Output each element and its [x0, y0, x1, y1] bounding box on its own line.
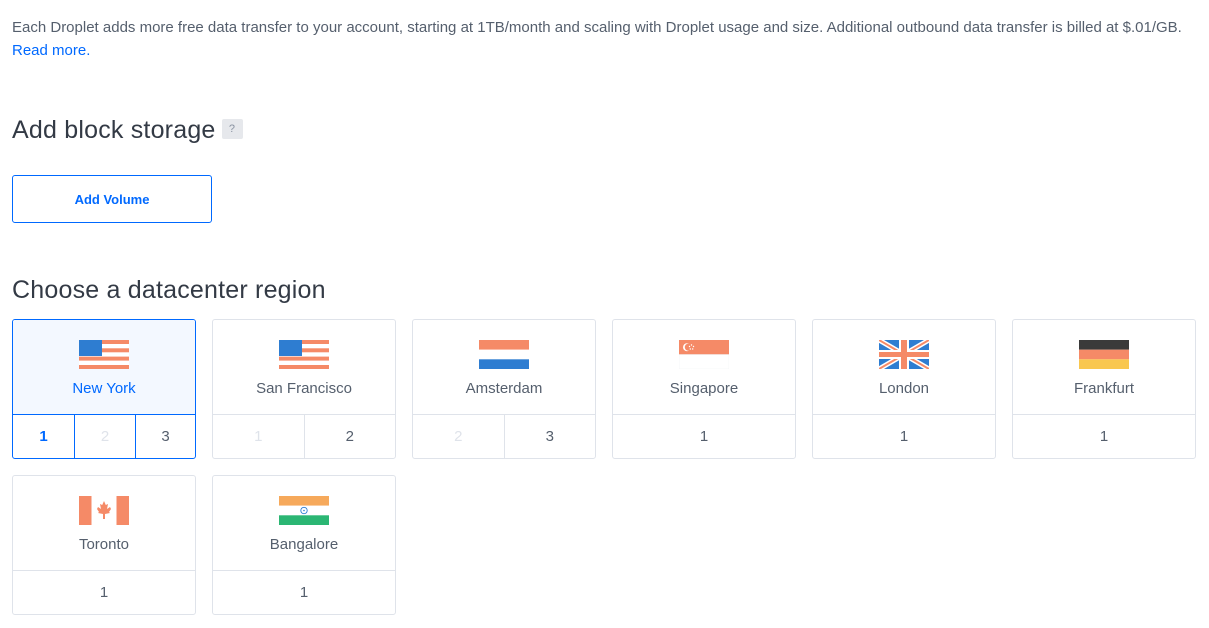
- region-card-new-york[interactable]: New York 1 2 3: [12, 319, 196, 459]
- city-label: Amsterdam: [465, 380, 543, 397]
- block-storage-title: Add block storage: [12, 116, 216, 144]
- netherlands-flag-icon: [479, 340, 529, 369]
- region-card-header[interactable]: Singapore: [613, 320, 795, 415]
- region-card-header[interactable]: Bangalore: [213, 476, 395, 571]
- city-label: Toronto: [78, 536, 130, 553]
- city-label: San Francisco: [256, 380, 352, 397]
- datacenter-option-2: 2: [74, 415, 135, 458]
- region-card-header[interactable]: Frankfurt: [1013, 320, 1195, 415]
- datacenter-option-2: 2: [454, 428, 463, 445]
- region-card-header[interactable]: Amsterdam: [413, 320, 595, 415]
- datacenter-option-1[interactable]: 1: [1013, 415, 1195, 458]
- region-card-singapore[interactable]: Singapore 1: [612, 319, 796, 459]
- datacenter-option-3[interactable]: 3: [135, 415, 195, 458]
- city-label: Bangalore: [269, 536, 339, 553]
- us-flag-icon: [79, 340, 129, 369]
- region-card-toronto[interactable]: Toronto 1: [12, 475, 196, 615]
- region-card-header[interactable]: London: [813, 320, 995, 415]
- city-label: New York: [72, 380, 136, 397]
- region-card-header[interactable]: Toronto: [13, 476, 195, 571]
- city-label: Singapore: [669, 380, 739, 397]
- singapore-flag-icon: [679, 340, 729, 369]
- region-card-header[interactable]: New York: [13, 320, 195, 415]
- read-more-link[interactable]: Read more.: [12, 42, 90, 59]
- region-heading: Choose a datacenter region: [12, 276, 326, 304]
- datacenter-option-1[interactable]: 1: [13, 415, 74, 458]
- data-transfer-text: Each Droplet adds more free data transfe…: [12, 19, 1182, 36]
- datacenter-option-1: 1: [254, 428, 263, 445]
- datacenter-option-1[interactable]: 1: [13, 571, 195, 614]
- region-card-bangalore[interactable]: Bangalore 1: [212, 475, 396, 615]
- region-card-amsterdam[interactable]: Amsterdam 2 3: [412, 319, 596, 459]
- datacenter-option-1[interactable]: 1: [213, 571, 395, 614]
- block-storage-heading: Add block storage?: [12, 116, 243, 145]
- region-card-san-francisco[interactable]: San Francisco 1 2: [212, 319, 396, 459]
- india-flag-icon: [279, 496, 329, 525]
- city-label: London: [878, 380, 930, 397]
- canada-flag-icon: [79, 496, 129, 525]
- us-flag-icon: [279, 340, 329, 369]
- add-volume-button[interactable]: Add Volume: [12, 175, 212, 223]
- uk-flag-icon: [879, 340, 929, 369]
- region-card-frankfurt[interactable]: Frankfurt 1: [1012, 319, 1196, 459]
- datacenter-option-3[interactable]: 3: [503, 415, 596, 458]
- region-card-header[interactable]: San Francisco: [213, 320, 395, 415]
- data-transfer-info: Each Droplet adds more free data transfe…: [12, 16, 1197, 62]
- datacenter-option-2[interactable]: 2: [303, 415, 396, 458]
- germany-flag-icon: [1079, 340, 1129, 369]
- region-card-london[interactable]: London 1: [812, 319, 996, 459]
- datacenter-option-1[interactable]: 1: [613, 415, 795, 458]
- datacenter-option-1[interactable]: 1: [813, 415, 995, 458]
- city-label: Frankfurt: [1073, 380, 1134, 397]
- help-icon[interactable]: ?: [221, 119, 243, 140]
